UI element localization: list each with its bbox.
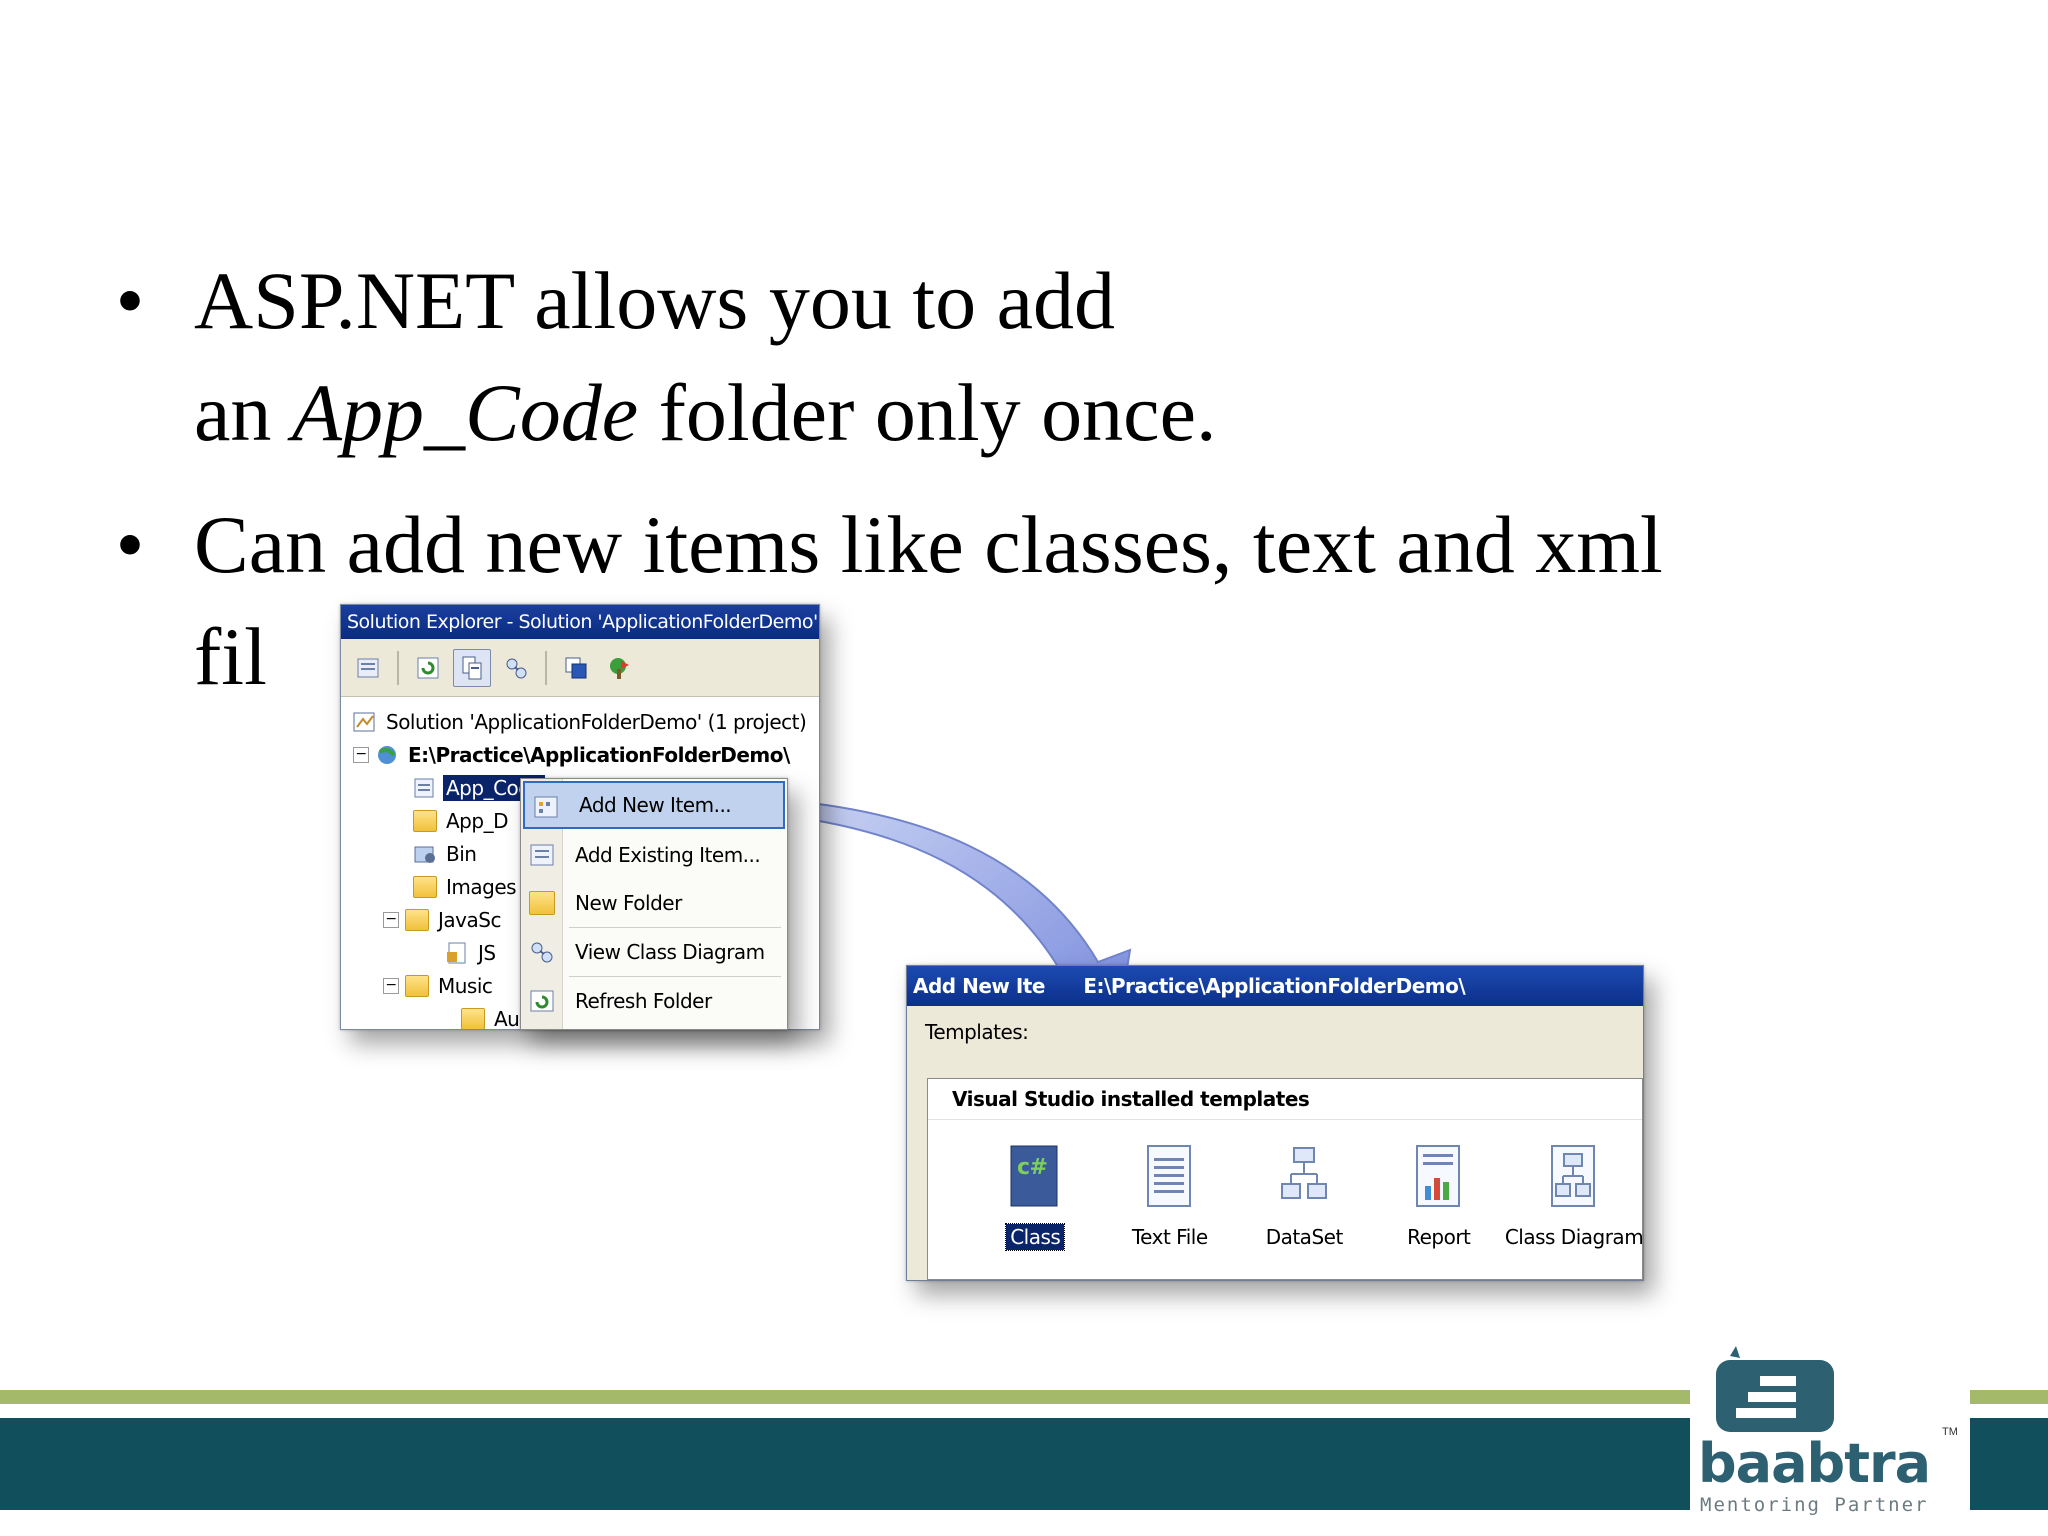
template-text-file[interactable]: Text File: [1103, 1144, 1238, 1250]
logo-trademark: TM: [1942, 1426, 1958, 1438]
templates-label: Templates:: [925, 1020, 1029, 1044]
add-new-item-title: Add New Ite E:\Practice\ApplicationFolde…: [907, 966, 1643, 1006]
template-label: Report: [1407, 1225, 1471, 1249]
logo-wordmark: baabtra: [1698, 1432, 1931, 1495]
dialog-title-path: E:\Practice\ApplicationFolderDemo\: [1083, 974, 1466, 998]
show-all-files-icon[interactable]: [453, 648, 491, 687]
app-code-folder-icon: [414, 778, 434, 797]
refresh-icon: [530, 990, 554, 1012]
toolbar-separator: [397, 650, 399, 685]
tree-item-solution[interactable]: Solution 'ApplicationFolderDemo' (1 proj…: [349, 705, 819, 738]
refresh-icon[interactable]: [409, 649, 447, 687]
toolbar-separator: [545, 650, 547, 685]
dataset-icon: [1281, 1147, 1328, 1199]
folder-icon: [413, 809, 437, 832]
templates-list: Visual Studio installed templates c# Cla…: [927, 1078, 1644, 1280]
class-diagram-icon: [531, 942, 553, 963]
add-new-item-dialog: Add New Ite E:\Practice\ApplicationFolde…: [906, 965, 1644, 1281]
tree-item-label: Bin: [446, 841, 477, 866]
svg-text:c#: c#: [1017, 1155, 1047, 1180]
tree-item-label: Solution 'ApplicationFolderDemo' (1 proj…: [386, 709, 807, 734]
template-label: Class Diagram: [1504, 1225, 1644, 1249]
folder-icon: [461, 1007, 485, 1029]
template-class-diagram[interactable]: Class Diagram: [1505, 1144, 1644, 1250]
tree-item-label: JS: [478, 940, 496, 965]
text-file-icon: [1146, 1145, 1191, 1207]
tree-item-label: Images: [446, 874, 517, 899]
copy-website-icon[interactable]: [557, 649, 595, 687]
template-label: DataSet: [1265, 1225, 1344, 1249]
templates-section-header: Visual Studio installed templates: [928, 1079, 1642, 1120]
template-label: Text File: [1131, 1225, 1208, 1249]
logo-tagline: Mentoring Partner: [1700, 1494, 1929, 1516]
add-existing-item-icon: [530, 844, 554, 866]
templates-grid: c# Class Text File DataSet Report Class …: [928, 1120, 1644, 1251]
website-project-icon: [378, 745, 396, 764]
tree-item-label: Au: [494, 1006, 520, 1030]
tree-item-label: Music: [438, 973, 493, 998]
solution-explorer-title: Solution Explorer - Solution 'Applicatio…: [341, 605, 819, 639]
menu-item-label: Refresh Folder: [575, 989, 712, 1013]
folder-icon: [413, 875, 437, 898]
solution-icon: [353, 712, 375, 731]
baabtra-logo: TM baabtra Mentoring Partner: [1690, 1346, 1970, 1522]
tree-item-label: JavaSc: [438, 907, 501, 932]
open-folder-icon: [405, 908, 429, 931]
tree-item-label: E:\Practice\ApplicationFolderDemo\: [408, 742, 790, 767]
class-diagram-icon: [1551, 1145, 1595, 1207]
menu-item-add-new-item[interactable]: Add New Item...: [523, 781, 785, 829]
report-icon: [1415, 1145, 1460, 1207]
solution-explorer-toolbar: [341, 639, 819, 697]
asp-net-config-icon[interactable]: [601, 649, 639, 687]
bin-folder-icon: [414, 846, 435, 863]
script-file-icon: [447, 942, 466, 963]
tree-item-project[interactable]: − E:\Practice\ApplicationFolderDemo\: [349, 738, 819, 771]
menu-item-label: Add Existing Item...: [575, 843, 761, 867]
add-new-item-icon: [534, 796, 558, 818]
view-class-diagram-icon[interactable]: [497, 649, 535, 687]
menu-item-label: New Folder: [575, 891, 682, 915]
context-menu: Add New Item... Add Existing Item... New…: [520, 778, 788, 1030]
template-label: Class: [1005, 1223, 1066, 1251]
collapse-toggle[interactable]: −: [383, 911, 399, 928]
new-folder-icon: [529, 891, 555, 915]
dialog-title-text: Add New Ite: [913, 974, 1045, 998]
open-folder-icon: [405, 974, 429, 997]
curved-arrow-graphic: [778, 798, 1132, 1075]
template-class[interactable]: c# Class: [968, 1144, 1103, 1251]
template-dataset[interactable]: DataSet: [1237, 1144, 1372, 1250]
collapse-toggle[interactable]: −: [353, 746, 369, 763]
properties-icon[interactable]: [349, 649, 387, 687]
menu-item-add-existing-item[interactable]: Add Existing Item...: [521, 831, 787, 879]
logo-mark: [1716, 1346, 1834, 1432]
menu-item-refresh-folder[interactable]: Refresh Folder: [521, 977, 787, 1025]
collapse-toggle[interactable]: −: [383, 977, 399, 994]
menu-item-view-class-diagram[interactable]: View Class Diagram: [521, 928, 787, 976]
menu-item-label: Add New Item...: [579, 793, 732, 817]
menu-item-label: View Class Diagram: [575, 940, 765, 964]
menu-item-new-folder[interactable]: New Folder: [521, 879, 787, 927]
template-report[interactable]: Report: [1372, 1144, 1507, 1250]
tree-item-label: App_D: [446, 808, 508, 833]
class-icon: c#: [1010, 1145, 1058, 1207]
